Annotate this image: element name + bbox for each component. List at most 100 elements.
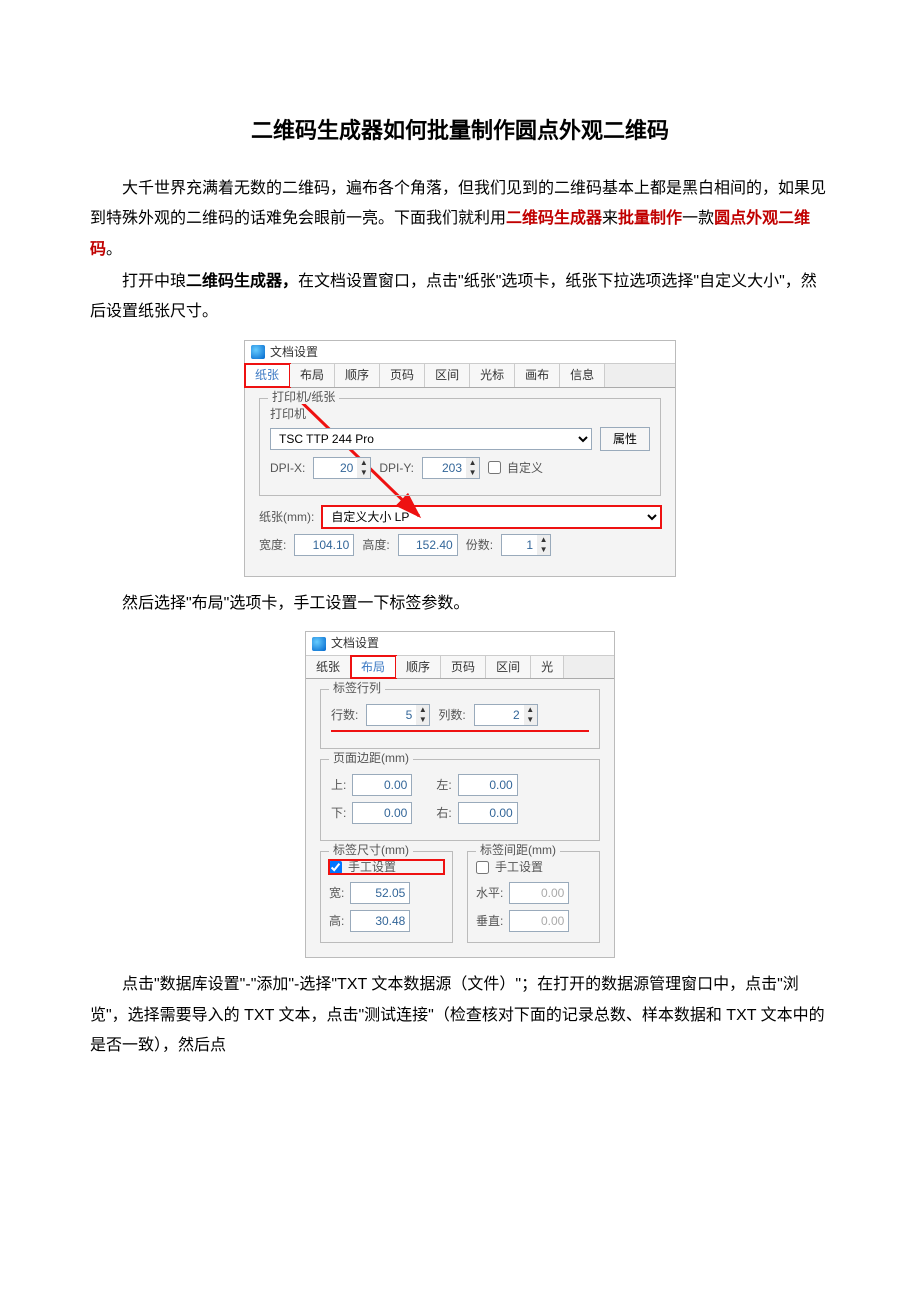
gap-v-label: 垂直: [476, 914, 503, 928]
text: 打开中琅 [122, 273, 186, 290]
down-icon[interactable]: ▼ [466, 468, 479, 478]
dialog-titlebar[interactable]: 文档设置 [245, 341, 675, 364]
up-icon[interactable]: ▲ [524, 705, 537, 715]
printer-label: 打印机 [270, 407, 650, 421]
margin-bottom-label: 下: [331, 806, 346, 820]
fieldset-printer-paper: 打印机/纸张 打印机 TSC TTP 244 Pro 属性 DPI-X: ▲▼ … [259, 398, 661, 496]
width-input[interactable] [294, 534, 354, 556]
legend: 标签尺寸(mm) [329, 843, 413, 857]
cols-label: 列数: [438, 708, 465, 722]
printer-select[interactable]: TSC TTP 244 Pro [270, 428, 592, 450]
rows-input[interactable] [366, 704, 416, 726]
dpi-x-label: DPI-X: [270, 461, 305, 475]
text: 。 [106, 241, 122, 258]
dialog-title: 文档设置 [270, 345, 318, 359]
cols-input[interactable] [474, 704, 524, 726]
label-width-input[interactable] [350, 882, 410, 904]
tab-page[interactable]: 页码 [441, 656, 486, 678]
tab-cursor[interactable]: 光 [531, 656, 564, 678]
margin-top-input[interactable] [352, 774, 412, 796]
paper-label: 纸张(mm): [259, 510, 314, 524]
tab-order[interactable]: 顺序 [335, 364, 380, 386]
checkbox[interactable] [476, 861, 489, 874]
fieldset-rows-cols: 标签行列 行数: ▲▼ 列数: ▲▼ [320, 689, 600, 749]
up-icon[interactable]: ▲ [357, 458, 370, 468]
checkbox[interactable] [488, 461, 501, 474]
properties-button[interactable]: 属性 [600, 427, 650, 451]
paragraph-2: 打开中琅二维码生成器，在文档设置窗口，点击"纸张"选项卡，纸张下拉选项选择"自定… [90, 267, 830, 328]
copies-input[interactable] [501, 534, 537, 556]
margin-left-input[interactable] [458, 774, 518, 796]
tab-order[interactable]: 顺序 [396, 656, 441, 678]
label-width-label: 宽: [329, 886, 344, 900]
paragraph-1: 大千世界充满着无数的二维码，遍布各个角落，但我们见到的二维码基本上都是黑白相间的… [90, 174, 830, 265]
checkbox[interactable] [329, 861, 342, 874]
rows-spinner[interactable]: ▲▼ [366, 704, 430, 726]
copies-label: 份数: [466, 538, 493, 552]
tab-bar: 纸张 布局 顺序 页码 区间 光 [306, 656, 614, 679]
tab-layout[interactable]: 布局 [351, 656, 396, 678]
legend: 打印机/纸张 [268, 390, 339, 404]
dpi-x-spinner[interactable]: ▲▼ [313, 457, 371, 479]
margin-right-input[interactable] [458, 802, 518, 824]
down-icon[interactable]: ▼ [537, 545, 550, 555]
fieldset-margins: 页面边距(mm) 上: 左: 下: 右: [320, 759, 600, 841]
tab-cursor[interactable]: 光标 [470, 364, 515, 386]
dpi-y-label: DPI-Y: [379, 461, 414, 475]
down-icon[interactable]: ▼ [416, 715, 429, 725]
dpi-x-input[interactable] [313, 457, 357, 479]
up-icon[interactable]: ▲ [466, 458, 479, 468]
checkbox-label: 手工设置 [348, 860, 396, 874]
tab-bar: 纸张 布局 顺序 页码 区间 光标 画布 信息 [245, 364, 675, 387]
label-height-input[interactable] [350, 910, 410, 932]
text: 来 [602, 210, 618, 227]
up-icon[interactable]: ▲ [537, 535, 550, 545]
legend: 标签行列 [329, 681, 385, 695]
tab-layout[interactable]: 布局 [290, 364, 335, 386]
tab-paper[interactable]: 纸张 [245, 364, 290, 386]
fieldset-label-size: 标签尺寸(mm) 手工设置 宽: 高: [320, 851, 453, 943]
bold-generator: 二维码生成器， [186, 273, 298, 290]
tab-info[interactable]: 信息 [560, 364, 605, 386]
margin-bottom-input[interactable] [352, 802, 412, 824]
app-icon [312, 637, 326, 651]
height-input[interactable] [398, 534, 458, 556]
dialog-title: 文档设置 [331, 636, 379, 650]
paragraph-3: 然后选择"布局"选项卡，手工设置一下标签参数。 [90, 589, 830, 619]
custom-dpi-checkbox[interactable]: 自定义 [488, 461, 543, 475]
margin-top-label: 上: [331, 778, 346, 792]
tab-canvas[interactable]: 画布 [515, 364, 560, 386]
copies-spinner[interactable]: ▲▼ [501, 534, 551, 556]
manual-size-checkbox[interactable]: 手工设置 [329, 860, 444, 874]
paragraph-4: 点击"数据库设置"-"添加"-选择"TXT 文本数据源（文件）"；在打开的数据源… [90, 970, 830, 1061]
manual-gap-checkbox[interactable]: 手工设置 [476, 860, 591, 874]
tab-range[interactable]: 区间 [486, 656, 531, 678]
paper-size-select[interactable]: 自定义大小 LP [322, 506, 661, 528]
gap-h-label: 水平: [476, 886, 503, 900]
gap-h-input [509, 882, 569, 904]
dialog-doc-settings-layout: 文档设置 纸张 布局 顺序 页码 区间 光 标签行列 行数: ▲▼ 列数: ▲▼ [305, 631, 615, 958]
tab-page[interactable]: 页码 [380, 364, 425, 386]
dpi-y-spinner[interactable]: ▲▼ [422, 457, 480, 479]
legend: 页面边距(mm) [329, 751, 413, 765]
margin-right-label: 右: [436, 806, 451, 820]
tab-paper[interactable]: 纸张 [306, 656, 351, 678]
label-height-label: 高: [329, 914, 344, 928]
dpi-y-input[interactable] [422, 457, 466, 479]
dialog-titlebar[interactable]: 文档设置 [306, 632, 614, 655]
fieldset-label-gap: 标签间距(mm) 手工设置 水平: 垂直: [467, 851, 600, 943]
highlight-generator: 二维码生成器 [506, 210, 602, 227]
width-label: 宽度: [259, 538, 286, 552]
down-icon[interactable]: ▼ [357, 468, 370, 478]
app-icon [251, 345, 265, 359]
down-icon[interactable]: ▼ [524, 715, 537, 725]
dialog-doc-settings-paper: 文档设置 纸张 布局 顺序 页码 区间 光标 画布 信息 打印机/纸张 打印机 … [244, 340, 676, 577]
cols-spinner[interactable]: ▲▼ [474, 704, 538, 726]
margin-left-label: 左: [436, 778, 451, 792]
up-icon[interactable]: ▲ [416, 705, 429, 715]
checkbox-label: 手工设置 [495, 860, 543, 874]
tab-range[interactable]: 区间 [425, 364, 470, 386]
checkbox-label: 自定义 [507, 461, 543, 475]
highlight-batch: 批量制作 [618, 210, 682, 227]
text: 一款 [682, 210, 714, 227]
